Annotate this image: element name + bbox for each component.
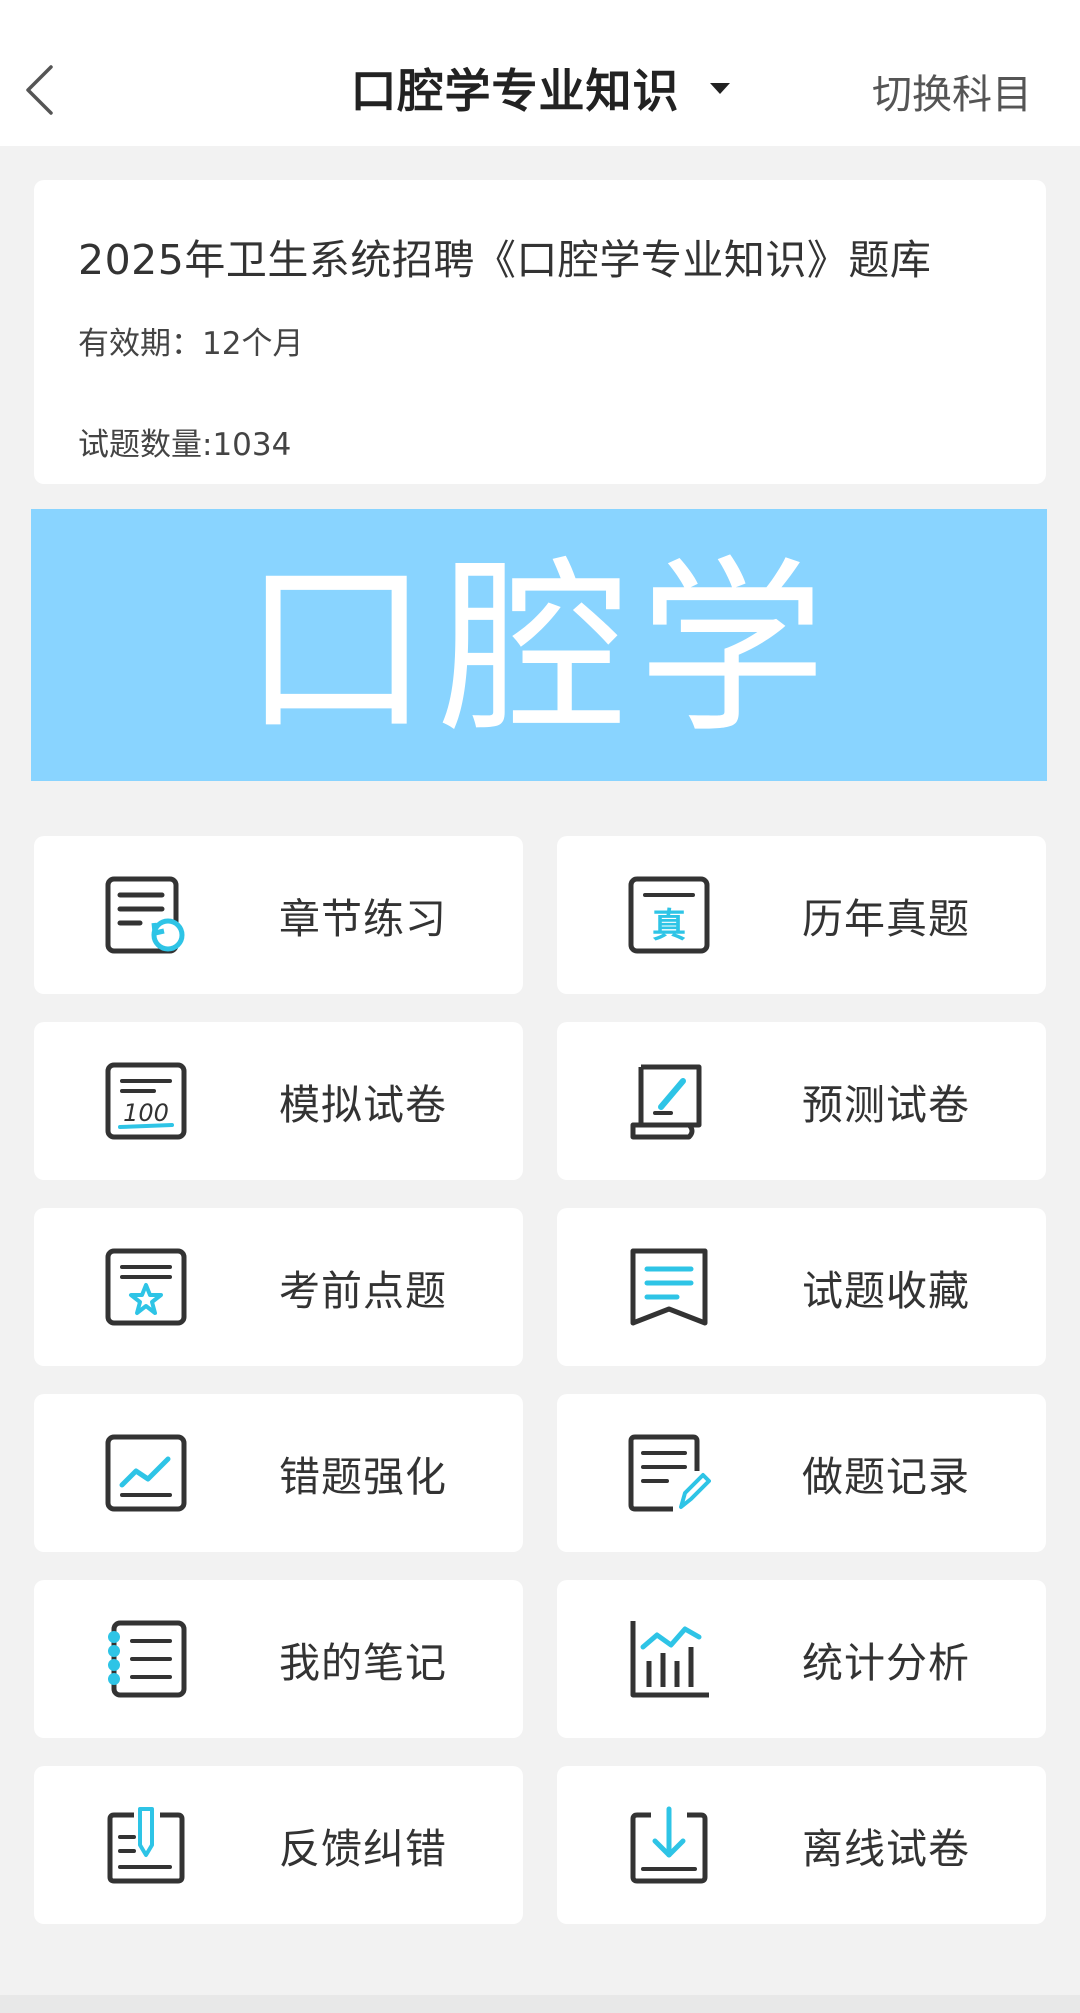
menu-item-mock-paper[interactable]: 100 模拟试卷	[34, 1022, 523, 1180]
menu-item-statistics[interactable]: 统计分析	[557, 1580, 1046, 1738]
subject-banner: 口腔学	[31, 509, 1047, 781]
feedback-icon	[107, 1807, 185, 1884]
menu-item-feedback[interactable]: 反馈纠错	[34, 1766, 523, 1924]
menu-item-offline-paper[interactable]: 离线试卷	[557, 1766, 1046, 1924]
question-bank-info-card: 2025年卫生系统招聘《口腔学专业知识》题库 有效期：12个月 试题数量:103…	[34, 180, 1046, 484]
menu-item-favorites[interactable]: 试题收藏	[557, 1208, 1046, 1366]
menu-item-label: 我的笔记	[279, 1639, 447, 1687]
chapter-practice-icon	[105, 876, 185, 954]
menu-item-wrong-questions[interactable]: 错题强化	[34, 1394, 523, 1552]
past-exams-icon: 真	[628, 876, 710, 954]
svg-text:100: 100	[123, 1099, 169, 1127]
bottom-divider	[0, 1995, 1080, 2013]
question-count-text: 试题数量:1034	[78, 427, 292, 463]
menu-item-label: 离线试卷	[802, 1825, 970, 1873]
menu-item-label: 反馈纠错	[279, 1825, 447, 1873]
menu-item-chapter-practice[interactable]: 章节练习	[34, 836, 523, 994]
favorites-icon	[630, 1248, 708, 1326]
key-points-icon	[105, 1248, 187, 1326]
feature-grid: 章节练习 真 历年真题 100 模拟试卷 预测试卷 考前点题 试题收藏 错题强化…	[34, 836, 1046, 1924]
mock-paper-icon: 100	[105, 1062, 187, 1140]
forecast-paper-icon	[630, 1064, 702, 1140]
menu-item-notes[interactable]: 我的笔记	[34, 1580, 523, 1738]
notes-icon	[108, 1620, 187, 1698]
offline-paper-icon	[630, 1806, 708, 1884]
svg-text:真: 真	[652, 906, 686, 946]
menu-item-label: 考前点题	[279, 1267, 447, 1315]
practice-record-icon	[628, 1434, 711, 1512]
menu-item-practice-record[interactable]: 做题记录	[557, 1394, 1046, 1552]
caret-down-icon	[709, 82, 730, 94]
menu-item-forecast-paper[interactable]: 预测试卷	[557, 1022, 1046, 1180]
page-title: 口腔学专业知识	[350, 64, 680, 118]
banner-text: 口腔学	[242, 540, 836, 759]
top-bar: 口腔学专业知识 切换科目	[0, 0, 1080, 146]
menu-item-label: 预测试卷	[802, 1081, 970, 1129]
statistics-icon	[630, 1621, 709, 1698]
validity-text: 有效期：12个月	[78, 326, 304, 362]
wrong-questions-icon	[105, 1434, 187, 1512]
menu-item-label: 模拟试卷	[279, 1081, 447, 1129]
switch-subject-button[interactable]: 切换科目	[872, 62, 1032, 120]
menu-item-label: 试题收藏	[802, 1267, 970, 1315]
menu-item-past-exams[interactable]: 真 历年真题	[557, 836, 1046, 994]
menu-item-label: 章节练习	[279, 895, 447, 943]
menu-item-key-points[interactable]: 考前点题	[34, 1208, 523, 1366]
menu-item-label: 错题强化	[279, 1453, 447, 1501]
menu-item-label: 统计分析	[802, 1639, 970, 1687]
bank-title: 2025年卫生系统招聘《口腔学专业知识》题库	[78, 236, 932, 284]
menu-item-label: 历年真题	[802, 895, 970, 943]
menu-item-label: 做题记录	[802, 1453, 970, 1501]
